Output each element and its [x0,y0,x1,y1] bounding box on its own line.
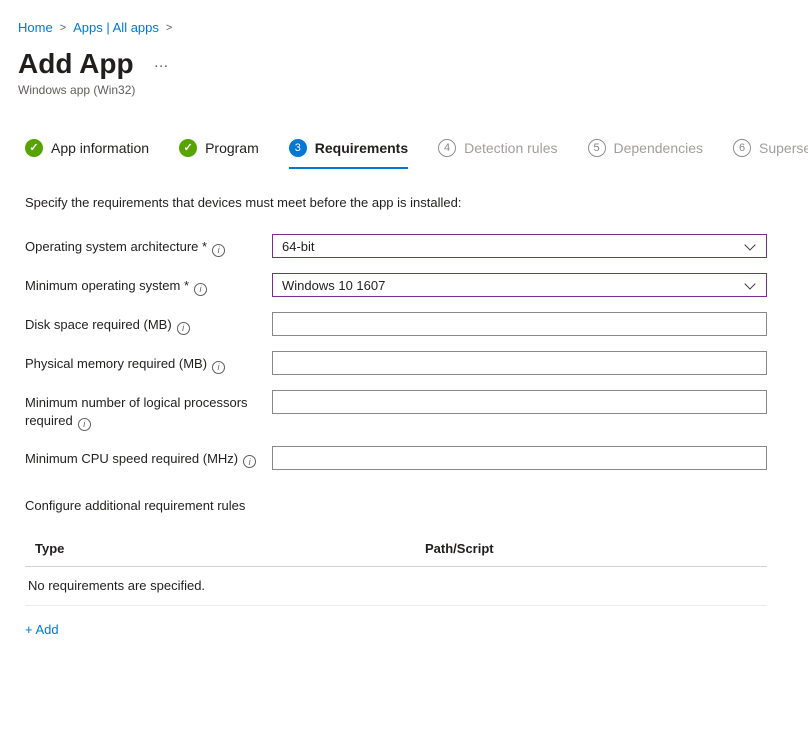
info-icon[interactable]: i [78,418,91,431]
info-icon[interactable]: i [194,283,207,296]
more-options-button[interactable]: … [154,54,170,71]
page-subtitle: Windows app (Win32) [18,83,808,97]
add-requirement-link[interactable]: + Add [25,622,59,637]
step-label: Detection rules [464,140,557,156]
blade-header: Home > Apps | All apps > Add App … Windo… [0,0,808,97]
select-value: 64-bit [282,239,315,254]
info-icon[interactable]: i [243,455,256,468]
step-number-icon: 3 [289,139,307,157]
breadcrumb: Home > Apps | All apps > [18,20,808,35]
step-number-icon: 4 [438,139,456,157]
field-label: Minimum number of logical processors req… [25,395,248,428]
field-label-cell: Minimum CPU speed required (MHz) i [25,446,272,469]
os-architecture-select[interactable]: 64-bit [272,234,767,258]
field-label: Physical memory required (MB) [25,356,207,371]
field-label-cell: Operating system architecture * i [25,234,272,257]
requirement-rules-table: Type Path/Script No requirements are spe… [25,535,767,606]
logical-processors-input[interactable] [272,390,767,414]
cpu-speed-input[interactable] [272,446,767,470]
requirements-intro-text: Specify the requirements that devices mu… [25,195,767,210]
physical-memory-input[interactable] [272,351,767,375]
empty-message: No requirements are specified. [28,578,205,593]
column-header-type: Type [25,541,415,556]
field-control [272,312,767,336]
step-dependencies[interactable]: 5 Dependencies [588,139,704,169]
field-control [272,390,767,414]
field-label-cell: Disk space required (MB) i [25,312,272,335]
form-row-logical-processors: Minimum number of logical processors req… [25,390,767,431]
form-row-minimum-os: Minimum operating system * i Windows 10 1… [25,273,767,297]
field-control: 64-bit [272,234,767,258]
step-program[interactable]: ✓ Program [179,139,259,169]
info-icon[interactable]: i [212,361,225,374]
step-label: Requirements [315,140,408,156]
step-label: Supersedence [759,140,808,156]
step-label: Dependencies [614,140,704,156]
step-supersedence[interactable]: 6 Supersedence [733,139,808,169]
disk-space-input[interactable] [272,312,767,336]
table-empty-row: No requirements are specified. [25,567,767,606]
field-label-cell: Minimum number of logical processors req… [25,390,272,431]
additional-rules-heading: Configure additional requirement rules [25,498,767,513]
wizard-steps: ✓ App information ✓ Program 3 Requiremen… [0,139,808,169]
select-value: Windows 10 1607 [282,278,385,293]
step-number-icon: 6 [733,139,751,157]
check-icon: ✓ [179,139,197,157]
breadcrumb-home-link[interactable]: Home [18,20,53,35]
field-label-cell: Minimum operating system * i [25,273,272,296]
form-row-physical-memory: Physical memory required (MB) i [25,351,767,375]
requirements-content: Specify the requirements that devices mu… [0,195,808,639]
breadcrumb-apps-link[interactable]: Apps | All apps [73,20,159,35]
field-label: Disk space required (MB) [25,317,172,332]
field-label: Minimum operating system * [25,278,189,293]
step-detection-rules[interactable]: 4 Detection rules [438,139,557,169]
step-label: Program [205,140,259,156]
form-row-os-architecture: Operating system architecture * i 64-bit [25,234,767,258]
breadcrumb-separator-icon: > [60,22,66,34]
form-row-disk-space: Disk space required (MB) i [25,312,767,336]
check-icon: ✓ [25,139,43,157]
field-label: Minimum CPU speed required (MHz) [25,451,238,466]
step-app-information[interactable]: ✓ App information [25,139,149,169]
step-requirements[interactable]: 3 Requirements [289,139,408,169]
breadcrumb-separator-icon: > [166,22,172,34]
chevron-down-icon [744,278,755,289]
form-row-cpu-speed: Minimum CPU speed required (MHz) i [25,446,767,470]
requirements-form: Operating system architecture *i 64-bit … [25,234,767,470]
add-app-blade: Home > Apps | All apps > Add App … Windo… [0,0,808,639]
chevron-down-icon [744,239,755,250]
column-header-path-script: Path/Script [415,541,767,556]
title-row: Add App … [18,48,808,80]
field-control: Windows 10 1607 [272,273,767,297]
minimum-os-select[interactable]: Windows 10 1607 [272,273,767,297]
field-control [272,446,767,470]
field-control [272,351,767,375]
step-label: App information [51,140,149,156]
info-icon[interactable]: i [212,244,225,257]
step-number-icon: 5 [588,139,606,157]
info-icon[interactable]: i [177,322,190,335]
table-header-row: Type Path/Script [25,535,767,567]
field-label-cell: Physical memory required (MB) i [25,351,272,374]
page-title: Add App [18,48,134,80]
field-label: Operating system architecture * [25,239,207,254]
